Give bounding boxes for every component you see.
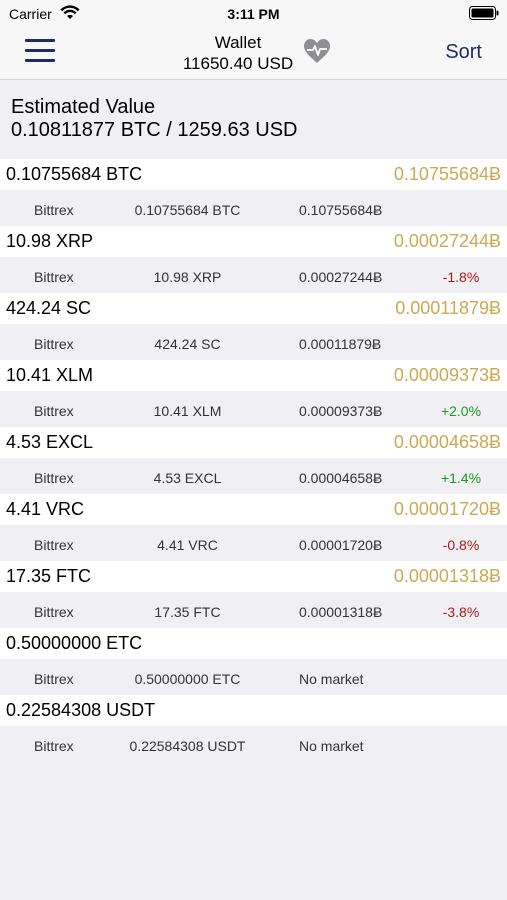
coin-main-row: 10.98 XRP 0.00027244Ƀ (0, 226, 507, 257)
exchange-name: Bittrex (34, 470, 74, 486)
coin-change: -3.8% (442, 604, 480, 620)
coin-btc-value: 0.00027244Ƀ (393, 231, 501, 251)
coin-quantity: 424.24 SC (154, 336, 221, 352)
coin-price: 0.00009373Ƀ (299, 403, 383, 419)
coin-amount: 17.35 FTC (6, 566, 92, 586)
coin-price: No market (299, 738, 364, 754)
coin-btc-value: 0.10755684Ƀ (393, 164, 501, 184)
coin-row-xrp[interactable]: 10.98 XRP 0.00027244Ƀ Bittrex 10.98 XRP … (0, 226, 507, 293)
coin-quantity: 4.53 EXCL (153, 470, 222, 486)
coin-btc-value: 0.00004658Ƀ (393, 432, 501, 452)
coin-row-vrc[interactable]: 4.41 VRC 0.00001720Ƀ Bittrex 4.41 VRC 0.… (0, 494, 507, 561)
coin-detail-row: Bittrex 4.41 VRC 0.00001720Ƀ -0.8% (0, 525, 507, 561)
coin-btc-value: 0.00001318Ƀ (393, 566, 501, 586)
coin-price: 0.00011879Ƀ (299, 336, 382, 352)
coin-amount: 424.24 SC (6, 298, 92, 318)
status-bar: Carrier 3:11 PM (0, 0, 507, 28)
exchange-name: Bittrex (34, 403, 74, 419)
coin-detail-row: Bittrex 10.41 XLM 0.00009373Ƀ +2.0% (0, 391, 507, 427)
coin-quantity: 0.50000000 ETC (134, 671, 241, 687)
exchange-name: Bittrex (34, 671, 74, 687)
coin-price: 0.00001720Ƀ (299, 537, 383, 553)
coin-row-ftc[interactable]: 17.35 FTC 0.00001318Ƀ Bittrex 17.35 FTC … (0, 561, 507, 628)
estimated-value-section: Estimated Value 0.10811877 BTC / 1259.63… (11, 96, 297, 142)
coin-list: 0.10755684 BTC 0.10755684Ƀ Bittrex 0.107… (0, 159, 507, 762)
exchange-name: Bittrex (34, 202, 74, 218)
coin-quantity: 0.10755684 BTC (134, 202, 241, 218)
coin-detail-row: Bittrex 10.98 XRP 0.00027244Ƀ -1.8% (0, 257, 507, 293)
exchange-name: Bittrex (34, 269, 74, 285)
coin-row-etc[interactable]: 0.50000000 ETC Bittrex 0.50000000 ETC No… (0, 628, 507, 695)
hamburger-icon (25, 39, 55, 42)
coin-row-xlm[interactable]: 10.41 XLM 0.00009373Ƀ Bittrex 10.41 XLM … (0, 360, 507, 427)
coin-amount: 0.50000000 ETC (6, 633, 143, 653)
coin-btc-value: 0.00009373Ƀ (393, 365, 501, 385)
coin-detail-row: Bittrex 0.10755684 BTC 0.10755684Ƀ (0, 190, 507, 226)
sort-button[interactable]: Sort (445, 41, 482, 64)
coin-main-row: 0.50000000 ETC (0, 628, 507, 659)
coin-main-row: 4.41 VRC 0.00001720Ƀ (0, 494, 507, 525)
coin-main-row: 0.10755684 BTC 0.10755684Ƀ (0, 159, 507, 190)
menu-button[interactable] (25, 39, 55, 65)
exchange-name: Bittrex (34, 738, 74, 754)
coin-btc-value: 0.00001720Ƀ (393, 499, 501, 519)
coin-quantity: 10.98 XRP (153, 269, 222, 285)
coin-row-usdt[interactable]: 0.22584308 USDT Bittrex 0.22584308 USDT … (0, 695, 507, 762)
navigation-bar: Wallet 11650.40 USD Sort (0, 28, 507, 80)
coin-change: -1.8% (442, 269, 480, 285)
coin-quantity: 10.41 XLM (153, 403, 222, 419)
coin-detail-row: Bittrex 17.35 FTC 0.00001318Ƀ -3.8% (0, 592, 507, 628)
coin-price: No market (299, 671, 364, 687)
coin-price: 0.00004658Ƀ (299, 470, 383, 486)
coin-detail-row: Bittrex 424.24 SC 0.00011879Ƀ (0, 324, 507, 360)
coin-main-row: 0.22584308 USDT (0, 695, 507, 726)
exchange-name: Bittrex (34, 537, 74, 553)
estimated-value-amount: 0.10811877 BTC / 1259.63 USD (11, 119, 298, 141)
coin-quantity: 0.22584308 USDT (129, 738, 246, 754)
coin-main-row: 424.24 SC 0.00011879Ƀ (0, 293, 507, 324)
coin-amount: 10.98 XRP (6, 231, 94, 251)
exchange-name: Bittrex (34, 604, 74, 620)
clock: 3:11 PM (227, 6, 280, 22)
coin-amount: 0.22584308 USDT (6, 700, 156, 720)
coin-price: 0.00027244Ƀ (299, 269, 383, 285)
coin-btc-value: 0.00011879Ƀ (395, 298, 501, 318)
coin-price: 0.10755684Ƀ (299, 202, 383, 218)
coin-row-btc[interactable]: 0.10755684 BTC 0.10755684Ƀ Bittrex 0.107… (0, 159, 507, 226)
coin-detail-row: Bittrex 0.50000000 ETC No market (0, 659, 507, 695)
coin-quantity: 4.41 VRC (157, 537, 218, 553)
coin-detail-row: Bittrex 4.53 EXCL 0.00004658Ƀ +1.4% (0, 458, 507, 494)
coin-change: +2.0% (440, 403, 482, 419)
coin-price: 0.00001318Ƀ (299, 604, 383, 620)
coin-amount: 0.10755684 BTC (6, 164, 143, 184)
coin-quantity: 17.35 FTC (154, 604, 221, 620)
coin-main-row: 17.35 FTC 0.00001318Ƀ (0, 561, 507, 592)
exchange-name: Bittrex (34, 336, 74, 352)
coin-detail-row: Bittrex 0.22584308 USDT No market (0, 726, 507, 762)
wallet-title: Wallet 11650.40 USD (150, 32, 326, 74)
coin-main-row: 4.53 EXCL 0.00004658Ƀ (0, 427, 507, 458)
coin-change: +1.4% (440, 470, 482, 486)
coin-amount: 4.53 EXCL (6, 432, 94, 452)
heartbeat-icon[interactable] (303, 38, 331, 64)
coin-amount: 4.41 VRC (6, 499, 85, 519)
coin-change: -0.8% (442, 537, 480, 553)
coin-row-excl[interactable]: 4.53 EXCL 0.00004658Ƀ Bittrex 4.53 EXCL … (0, 427, 507, 494)
battery-icon (469, 6, 499, 20)
coin-amount: 10.41 XLM (6, 365, 94, 385)
page-title: Wallet (214, 33, 262, 52)
wallet-total: 11650.40 USD (182, 54, 294, 73)
coin-main-row: 10.41 XLM 0.00009373Ƀ (0, 360, 507, 391)
coin-row-sc[interactable]: 424.24 SC 0.00011879Ƀ Bittrex 424.24 SC … (0, 293, 507, 360)
estimated-value-label: Estimated Value (11, 96, 156, 118)
